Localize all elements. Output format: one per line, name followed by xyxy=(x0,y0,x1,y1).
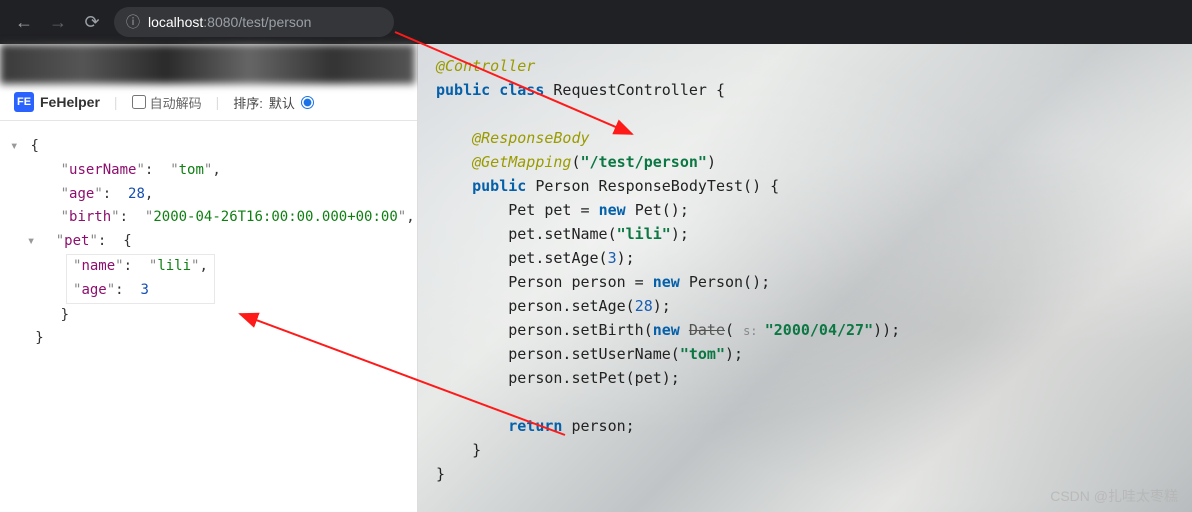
code-text: public xyxy=(472,177,535,195)
json-value: tom xyxy=(179,162,204,178)
code-text: new xyxy=(653,273,689,291)
forward-button[interactable]: → xyxy=(46,12,70,33)
separator: | xyxy=(216,94,220,110)
json-value: 3 xyxy=(140,282,148,298)
code-text: RequestController { xyxy=(553,81,725,99)
back-button[interactable]: ← xyxy=(12,12,36,33)
code-text: public class xyxy=(436,81,553,99)
code-text: Person(); xyxy=(689,273,770,291)
code-text: Date xyxy=(689,321,725,339)
code-text: pet.setName( xyxy=(508,225,616,243)
sort-default-label: 默认 xyxy=(269,93,295,112)
url-bar[interactable]: ⓘ localhost:8080/test/person xyxy=(114,7,394,37)
code-text: ); xyxy=(725,345,743,363)
code-text: 3 xyxy=(608,249,617,267)
pet-object-box: "name": "lili", "age": 3 xyxy=(66,254,215,304)
code-text: "2000/04/27" xyxy=(765,321,873,339)
json-key: age xyxy=(81,282,106,298)
auto-decode-label: 自动解码 xyxy=(150,93,202,112)
code-text: "lili" xyxy=(617,225,671,243)
code-text: person.setUserName( xyxy=(508,345,680,363)
bookmarks-bar-blurred xyxy=(0,44,415,84)
code-text: Pet(); xyxy=(635,201,689,219)
url-host: localhost xyxy=(148,14,203,30)
annotation: @GetMapping xyxy=(472,153,571,171)
fehelper-brand: FeHelper xyxy=(40,94,100,110)
fehelper-icon: FE xyxy=(14,92,34,112)
info-icon: ⓘ xyxy=(126,12,140,32)
code-text: "tom" xyxy=(680,345,725,363)
json-value: 2000-04-26T16:00:00.000+00:00 xyxy=(153,209,397,225)
code-text: } xyxy=(472,441,481,459)
url-path: /test/person xyxy=(238,14,311,30)
auto-decode-input[interactable] xyxy=(132,95,146,109)
code-text: ); xyxy=(617,249,635,267)
watermark: CSDN @扎哇太枣糕 xyxy=(1050,486,1178,506)
separator: | xyxy=(114,94,118,110)
collapse-toggle[interactable]: ▾ xyxy=(10,135,22,159)
code-text: new xyxy=(599,201,635,219)
code-text: Person ResponseBodyTest() { xyxy=(535,177,779,195)
fehelper-logo: FE FeHelper xyxy=(14,92,100,112)
annotation: @ResponseBody xyxy=(472,129,589,147)
json-key: name xyxy=(81,258,115,274)
code-editor-panel: @Controller public class RequestControll… xyxy=(418,44,1192,512)
sort-control: 排序: 默认 xyxy=(233,93,314,112)
url-port: :8080 xyxy=(203,14,238,30)
json-key: age xyxy=(69,186,94,202)
json-value: 28 xyxy=(128,186,145,202)
json-key: pet xyxy=(64,233,89,249)
fehelper-toolbar: FE FeHelper | 自动解码 | 排序: 默认 xyxy=(0,84,417,121)
code-text: ( xyxy=(725,321,743,339)
code-text: Person person = xyxy=(508,273,653,291)
code-text: person.setBirth( xyxy=(508,321,653,339)
reload-button[interactable]: ⟳ xyxy=(80,12,104,33)
annotation: @Controller xyxy=(436,57,535,75)
json-viewer-panel: FE FeHelper | 自动解码 | 排序: 默认 ▾ { "userNam… xyxy=(0,44,418,512)
code-text: new xyxy=(653,321,689,339)
json-key: birth xyxy=(69,209,111,225)
sort-default-radio[interactable] xyxy=(301,96,314,109)
code-text: return xyxy=(508,417,571,435)
code-text: ); xyxy=(653,297,671,315)
json-key: userName xyxy=(69,162,136,178)
code-text: person.setAge( xyxy=(508,297,634,315)
code-text: person; xyxy=(571,417,634,435)
code-text: )); xyxy=(873,321,900,339)
json-value: lili xyxy=(157,258,191,274)
sort-label: 排序: xyxy=(233,93,263,112)
code-text: Pet pet = xyxy=(508,201,598,219)
browser-toolbar: ← → ⟳ ⓘ localhost:8080/test/person xyxy=(0,0,1192,44)
code-text: ); xyxy=(671,225,689,243)
auto-decode-checkbox[interactable]: 自动解码 xyxy=(132,93,202,112)
collapse-toggle[interactable]: ▾ xyxy=(27,230,39,254)
mapping-path: "/test/person" xyxy=(581,153,707,171)
code-text: 28 xyxy=(635,297,653,315)
json-tree: ▾ { "userName": "tom", "age": 28, "birth… xyxy=(0,121,417,365)
code-text: pet.setAge( xyxy=(508,249,607,267)
code-text: s: xyxy=(743,324,765,338)
code-text: person.setPet(pet); xyxy=(508,369,680,387)
code-text: } xyxy=(436,465,445,483)
